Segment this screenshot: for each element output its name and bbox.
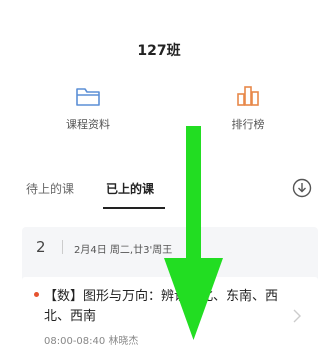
tab-done[interactable]: 已上的课 <box>106 180 154 197</box>
status-dot <box>34 292 39 297</box>
lesson-meta: 08:00-08:40 林晓杰 <box>44 332 138 347</box>
course-materials-button[interactable]: 课程资料 <box>43 84 133 132</box>
lesson-time: 08:00-08:40 <box>44 336 106 347</box>
divider <box>62 240 63 254</box>
download-circle-icon[interactable] <box>292 178 312 198</box>
folder-icon <box>76 88 100 106</box>
chevron-right-icon <box>293 309 301 323</box>
course-materials-label: 课程资料 <box>66 118 110 131</box>
tab-upcoming[interactable]: 待上的课 <box>26 180 74 197</box>
page-title: 127班 <box>137 43 181 59</box>
week-number: 2 <box>36 238 46 256</box>
lesson-teacher: 林晓杰 <box>108 336 139 347</box>
green-down-arrow-icon <box>164 126 223 340</box>
bar-chart-icon <box>237 86 259 106</box>
